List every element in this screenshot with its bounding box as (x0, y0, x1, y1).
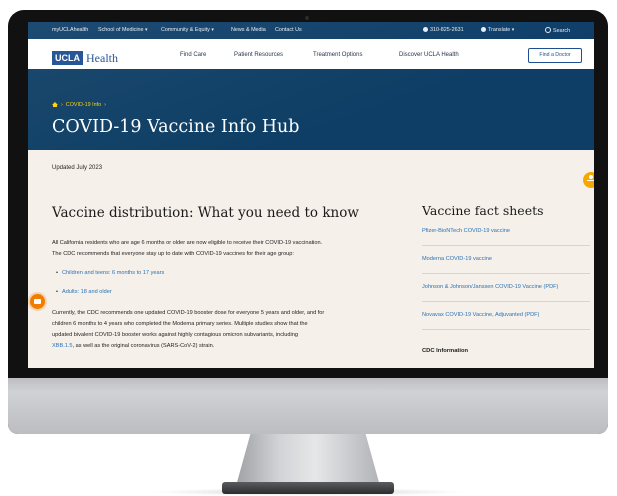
accessibility-icon[interactable] (583, 172, 594, 188)
breadcrumb: › COVID-19 Info › (52, 102, 106, 108)
fact-sheet-link-pfizer[interactable]: Pfizer-BioNTech COVID-19 vaccine (422, 228, 590, 234)
chevron-down-icon: ▾ (511, 27, 515, 33)
topbar-link-label: Community & Equity (161, 27, 210, 33)
globe-icon (481, 27, 486, 32)
translate-label: Translate (488, 27, 511, 33)
nav-treatment-options[interactable]: Treatment Options (313, 52, 362, 58)
fact-sheet-link-jj[interactable]: Johnson & Johnson/Janssen COVID-19 Vacci… (422, 284, 590, 290)
divider (422, 329, 590, 330)
fact-sheet-link-moderna[interactable]: Moderna COVID-19 vaccine (422, 256, 590, 262)
phone-link[interactable]: 310-825-2631 (423, 27, 464, 33)
webcam (305, 16, 309, 20)
topbar-link-myuclahealth[interactable]: myUCLAhealth (52, 27, 88, 33)
translate-button[interactable]: Translate ▾ (481, 27, 514, 33)
search-button[interactable]: Search (545, 27, 570, 34)
booster-text: children 6 months to 4 years who complet… (52, 321, 308, 327)
bullet-link-adults[interactable]: Adults: 18 and older (56, 289, 112, 295)
topbar-link-community-equity[interactable]: Community & Equity ▾ (161, 27, 214, 33)
chat-icon[interactable] (30, 294, 45, 309)
logo-health-wordmark: Health (86, 51, 118, 65)
chin-shadow (8, 378, 608, 392)
nav-discover-ucla-health[interactable]: Discover UCLA Health (399, 52, 459, 58)
breadcrumb-separator: › (59, 102, 65, 108)
section-title: Vaccine distribution: What you need to k… (52, 205, 359, 221)
nav-find-care[interactable]: Find Care (180, 52, 206, 58)
breadcrumb-covid-info[interactable]: COVID-19 Info (66, 102, 101, 108)
booster-text-rest: , as well as the original coronavirus (S… (72, 343, 215, 349)
cdc-info-heading: CDC Information (422, 348, 469, 354)
divider (422, 245, 590, 246)
sidebar-title: Vaccine fact sheets (422, 203, 544, 218)
main-nav: UCLA Health Find Care Patient Resources T… (28, 39, 594, 70)
booster-text: updated bivalent COVID-19 booster works … (52, 332, 298, 338)
divider (422, 273, 590, 274)
find-a-doctor-button[interactable]: Find a Doctor (528, 48, 582, 63)
page-title: COVID-19 Vaccine Info Hub (52, 117, 300, 137)
chevron-down-icon: ▾ (211, 27, 214, 33)
search-icon (545, 27, 551, 33)
phone-number: 310-825-2631 (430, 27, 464, 33)
monitor-stand-neck (236, 434, 380, 486)
breadcrumb-separator: › (102, 102, 106, 108)
logo-ucla-mark: UCLA (52, 51, 83, 65)
eligibility-text: All California residents who are age 6 m… (52, 240, 323, 246)
updated-date: Updated July 2023 (52, 165, 103, 171)
utility-bar: myUCLAhealth School of Medicine ▾ Commun… (28, 22, 594, 39)
eligibility-text: The CDC recommends that everyone stay up… (52, 251, 294, 257)
chevron-down-icon: ▾ (145, 27, 148, 33)
fact-sheet-link-novavax[interactable]: Novavax COVID-19 Vaccine, Adjuvanted (PD… (422, 312, 590, 318)
xbb-link[interactable]: XBB.1.5 (52, 343, 73, 349)
booster-text: Currently, the CDC recommends one update… (52, 310, 325, 316)
phone-icon (423, 27, 428, 32)
home-icon[interactable] (52, 102, 58, 107)
ucla-health-logo[interactable]: UCLA Health (52, 48, 118, 65)
bullet-link-children-teens[interactable]: Children and teens: 6 months to 17 years (56, 270, 164, 276)
topbar-link-news-media[interactable]: News & Media (231, 27, 266, 33)
topbar-link-label: School of Medicine (98, 27, 144, 33)
monitor-stand-base (222, 482, 394, 494)
booster-text: XBB.1.5, as well as the original coronav… (52, 343, 214, 349)
nav-patient-resources[interactable]: Patient Resources (234, 52, 283, 58)
search-label: Search (553, 28, 571, 34)
divider (422, 301, 590, 302)
topbar-link-contact-us[interactable]: Contact Us (275, 27, 302, 33)
hero-banner: › COVID-19 Info › COVID-19 Vaccine Info … (28, 69, 594, 150)
screen: myUCLAhealth School of Medicine ▾ Commun… (28, 22, 594, 368)
topbar-link-school-of-medicine[interactable]: School of Medicine ▾ (98, 27, 148, 33)
